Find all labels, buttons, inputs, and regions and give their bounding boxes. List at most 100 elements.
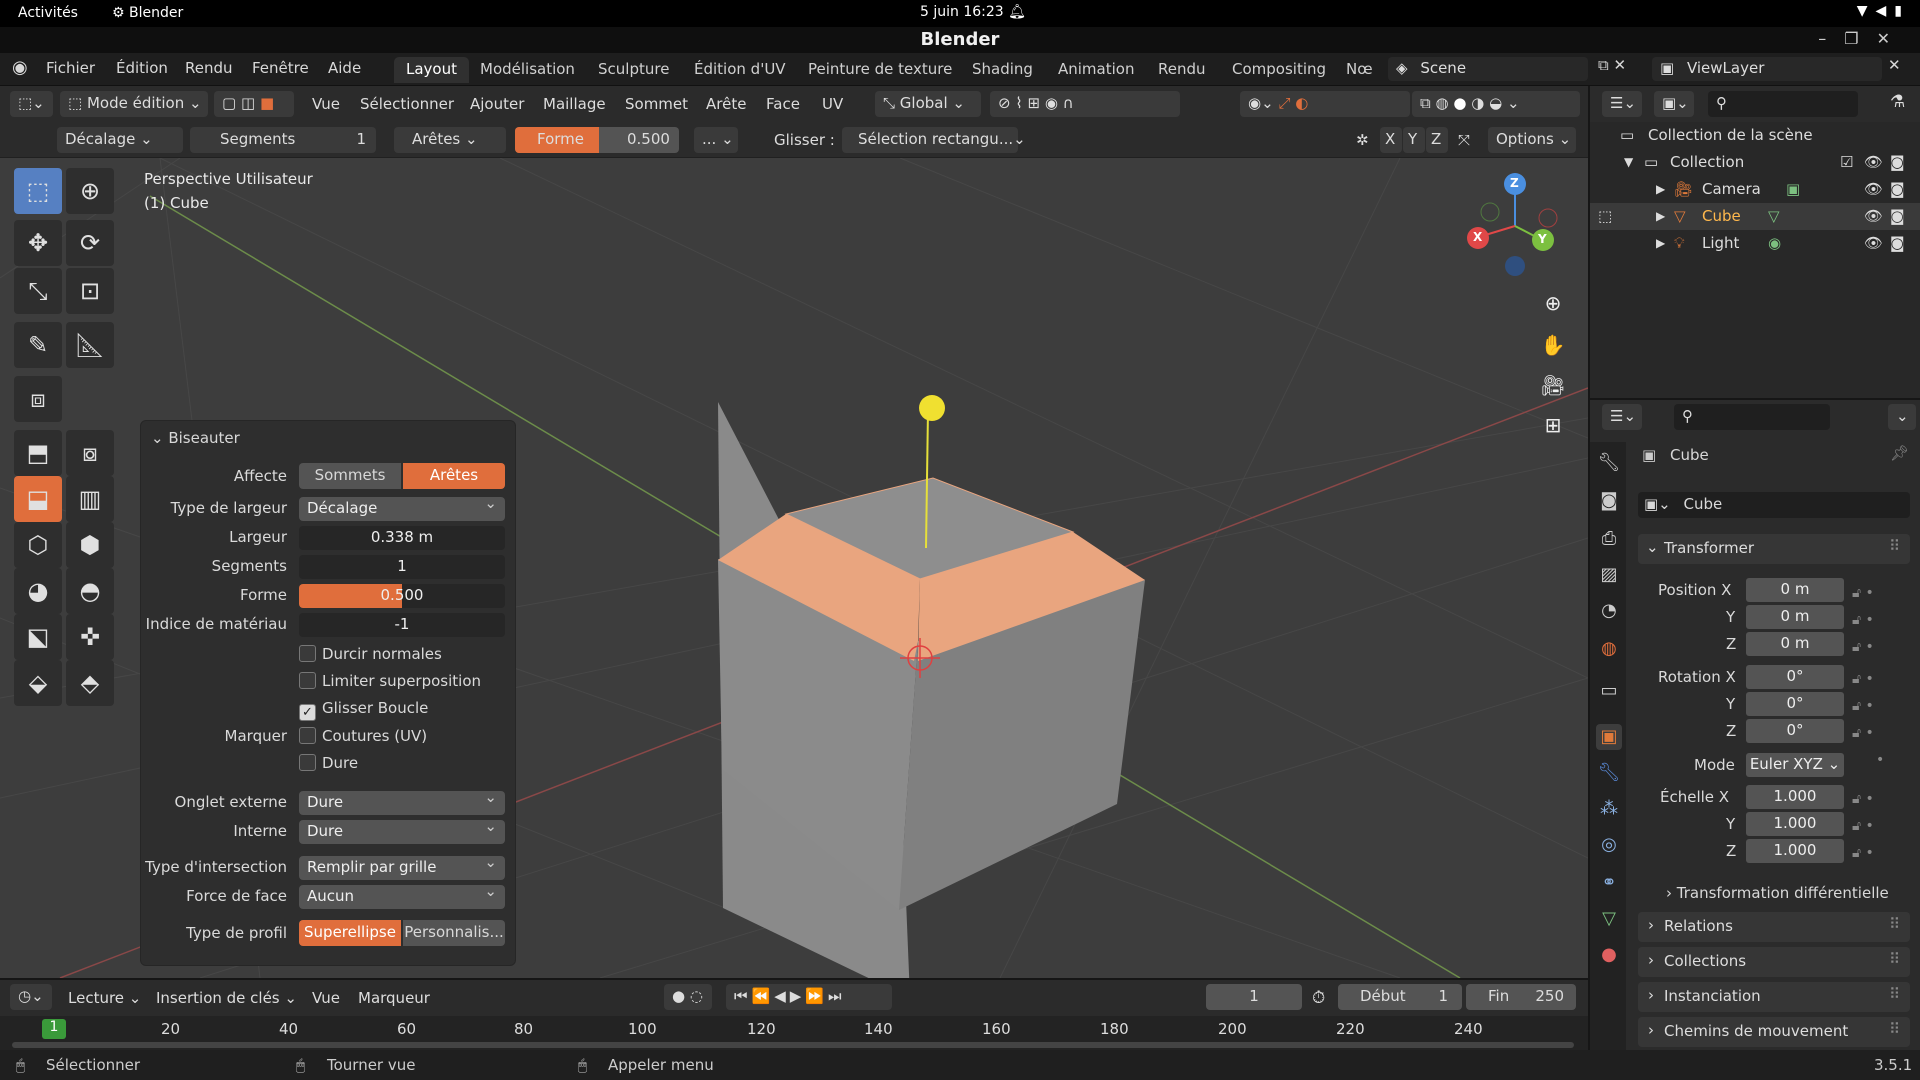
rotation-z-field[interactable]: 0° (1746, 719, 1844, 743)
filter-icon[interactable]: ⚗ (1890, 92, 1905, 112)
ortho-grid-icon[interactable]: ⊞ (1538, 410, 1568, 440)
poly-build-tool-icon[interactable]: ⬢ (66, 522, 114, 568)
rotate-tool-icon[interactable]: ⟳ (66, 220, 114, 266)
move-tool-icon[interactable]: ✥ (14, 220, 62, 266)
data-tab-icon[interactable]: ▽ (1596, 906, 1622, 932)
tab-modeling[interactable]: Modélisation (468, 57, 587, 83)
modifier-tab-icon[interactable]: 🔧︎ (1596, 760, 1622, 786)
tab-layout[interactable]: Layout (394, 57, 469, 83)
view-layer-tab-icon[interactable]: ▨ (1596, 562, 1622, 588)
mirror-y-toggle[interactable]: Y (1403, 127, 1425, 153)
affect-vertices-button[interactable]: Sommets (299, 463, 401, 489)
material-tab-icon[interactable]: ● (1596, 942, 1622, 968)
face-select-icon[interactable]: ■ (260, 94, 274, 112)
edge-slide-tool-icon[interactable]: ⬕ (14, 614, 62, 660)
transform-tool-icon[interactable]: ⊡ (66, 268, 114, 314)
stopwatch-icon[interactable]: ⏱ (1312, 988, 1325, 1008)
object-tab-icon[interactable]: ▣ (1596, 724, 1622, 750)
render-tab-icon[interactable]: ◙ (1596, 488, 1622, 514)
shrink-fatten-tool-icon[interactable]: ✜ (66, 614, 114, 660)
instancing-section[interactable]: › Instanciation ⠿ (1638, 982, 1910, 1012)
display-mode-icon[interactable]: ▣⌄ (1654, 91, 1694, 117)
viewlayer-actions[interactable]: ✕ (1888, 56, 1901, 74)
clamp-overlap-checkbox[interactable]: Limiter superposition (299, 672, 481, 690)
mirror-z-toggle[interactable]: Z (1426, 127, 1448, 153)
scale-z-field[interactable]: 1.000 (1746, 839, 1844, 863)
keying-menu[interactable]: Insertion de clés ⌄ (156, 989, 297, 1007)
autokey-toggle[interactable]: ● ◌ (664, 984, 712, 1010)
rotation-y-field[interactable]: 0° (1746, 692, 1844, 716)
next-keyframe-icon[interactable]: ⏩ (805, 987, 828, 1005)
material-field[interactable]: -1 (299, 613, 505, 637)
output-tab-icon[interactable]: ⎙ (1596, 526, 1622, 552)
location-x-field[interactable]: 0 m (1746, 578, 1844, 602)
exclude-checkbox-icon[interactable]: ☑ (1840, 153, 1853, 171)
rip-tool-icon[interactable]: ⬘ (66, 660, 114, 706)
rotation-mode-select[interactable]: Euler XYZ ⌄ (1746, 753, 1844, 777)
location-z-field[interactable]: 0 m (1746, 632, 1844, 656)
render-camera-icon[interactable]: ◙ (1890, 180, 1905, 198)
knife-tool-icon[interactable]: ⬡ (14, 522, 62, 568)
menu-render[interactable]: Rendu (185, 59, 233, 77)
inset-tool-icon[interactable]: ⧇ (66, 430, 114, 476)
width-type-select[interactable]: Décalage (299, 494, 505, 521)
scene-tab-icon[interactable]: ◔ (1596, 598, 1622, 624)
outliner-item-light[interactable]: ▶ 💡︎ Light ◉ 👁︎ ◙ (1590, 230, 1920, 257)
overlay-buttons[interactable]: ◉⌄ ⤢ ◐ (1240, 91, 1410, 117)
select-mode-buttons[interactable]: ▢ ◫ ■ (214, 91, 294, 117)
tab-texture-paint[interactable]: Peinture de texture (796, 57, 964, 83)
tab-sculpting[interactable]: Sculpture (586, 57, 681, 83)
vertex-select-icon[interactable]: ▢ (222, 94, 236, 112)
mode-keyframe-dot[interactable]: • (1876, 752, 1884, 768)
bevel-tool-icon[interactable]: ⬓ (14, 476, 62, 522)
transform-section-header[interactable]: ⌄ Transformer ⠿ (1638, 534, 1910, 564)
physics-tab-icon[interactable]: ◎ (1596, 832, 1622, 858)
blender-logo-icon[interactable]: ◉ (12, 57, 28, 78)
menu-edge[interactable]: Arête (706, 95, 746, 113)
shape-slider[interactable]: Forme 0.500 (515, 127, 679, 153)
scale-lock-icons[interactable]: 🔓︎ • 🔓︎ • 🔓︎ • (1852, 786, 1874, 867)
outliner-search[interactable]: ⚲ (1708, 91, 1858, 117)
prev-keyframe-icon[interactable]: ⏪ (752, 987, 775, 1005)
edge-select-icon[interactable]: ◫ (241, 94, 255, 112)
location-y-field[interactable]: 0 m (1746, 605, 1844, 629)
system-tray[interactable]: ▼◀▮ (1857, 3, 1910, 19)
add-cube-tool-icon[interactable]: ⧈ (14, 376, 62, 422)
options-dropdown[interactable]: Options ⌄ (1488, 127, 1576, 153)
selection-mode-dropdown[interactable]: Sélection rectangu...⌄ (842, 127, 1026, 153)
clock[interactable]: 5 juin 16:23 🔔︎ (920, 4, 1026, 20)
cursor-tool-icon[interactable]: ⊕ (66, 168, 114, 214)
profile-superellipse-button[interactable]: Superellipse (299, 920, 401, 946)
extrude-tool-icon[interactable]: ⬒ (14, 430, 62, 476)
mark-seams-checkbox[interactable]: Coutures (UV) (299, 727, 427, 745)
motion-paths-section[interactable]: › Chemins de mouvement ⠿ (1638, 1017, 1910, 1047)
close-icon[interactable]: ✕ (1877, 29, 1908, 48)
particles-tab-icon[interactable]: ⁂ (1596, 796, 1622, 822)
menu-file[interactable]: Fichier (46, 59, 95, 77)
render-camera-icon[interactable]: ◙ (1890, 153, 1905, 171)
play-reverse-icon[interactable]: ◀ (774, 987, 790, 1005)
light-object[interactable] (919, 395, 945, 421)
tab-rendering[interactable]: Rendu (1146, 57, 1218, 83)
viewlayer-selector[interactable]: ▣ ViewLayer (1652, 57, 1882, 81)
bevelled-cube[interactable] (718, 402, 1145, 978)
collection-tab-icon[interactable]: ▭ (1596, 678, 1622, 704)
select-box-icon[interactable]: ⬚ (14, 168, 62, 214)
editor-type-button[interactable]: ⬚⌄ (10, 91, 53, 117)
tab-geometry-nodes[interactable]: Nœ (1334, 57, 1377, 83)
scene-collection-row[interactable]: ▭ Collection de la scène (1590, 122, 1920, 149)
tab-compositing[interactable]: Compositing (1220, 57, 1338, 83)
object-name-field[interactable]: ▣⌄ Cube (1638, 492, 1910, 518)
harden-normals-checkbox[interactable]: Durcir normales (299, 645, 442, 663)
outliner-editor-type[interactable]: ☰⌄ (1602, 91, 1642, 117)
profile-custom-button[interactable]: Personnalis... (403, 920, 505, 946)
width-type-dropdown[interactable]: Décalage ⌄ (57, 127, 183, 153)
menu-select[interactable]: Sélectionner (360, 95, 454, 113)
start-frame-field[interactable]: Début 1 (1338, 984, 1462, 1010)
loop-slide-checkbox[interactable]: ✓ Glisser Boucle (299, 699, 428, 721)
rotation-x-field[interactable]: 0° (1746, 665, 1844, 689)
spin-tool-icon[interactable]: ◕ (14, 568, 62, 614)
relations-section[interactable]: › Relations ⠿ (1638, 912, 1910, 942)
drag-handle-icon[interactable]: ⠿ (1889, 537, 1900, 555)
loop-cut-tool-icon[interactable]: ▥ (66, 476, 114, 522)
